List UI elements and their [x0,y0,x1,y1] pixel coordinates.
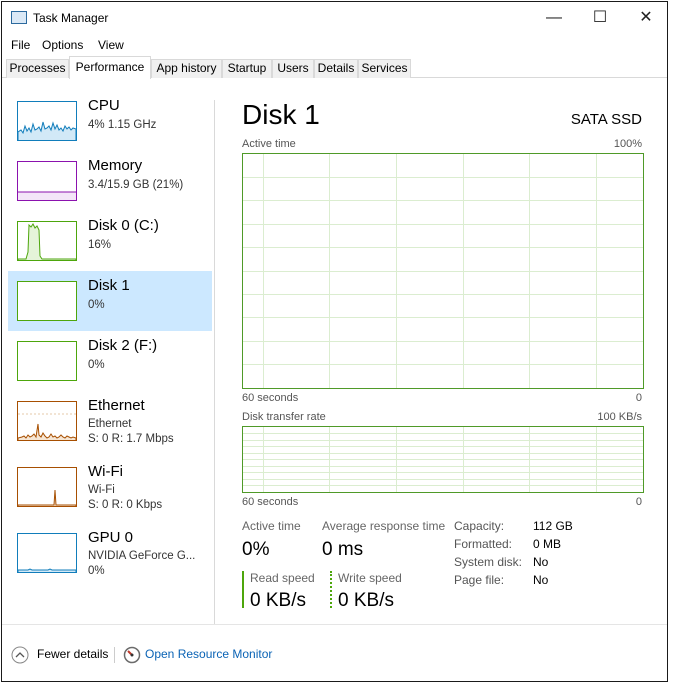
sidebar-item-disk-2[interactable]: Disk 2 (F:) 0% [8,331,212,391]
sidebar-item-adapter: Ethernet [88,418,132,430]
sidebar-item-label: Memory [88,157,143,174]
sidebar-item-gpu-0[interactable]: GPU 0 NVIDIA GeForce G... 0% [8,523,212,583]
sidebar-item-value: 3.4/15.9 GB (21%) [88,179,184,191]
window-title: Task Manager [33,11,109,25]
maximize-button[interactable]: ☐ [577,2,623,34]
write-speed-legend-bar [330,571,332,608]
active-time-value: 0% [242,539,270,560]
tab-users[interactable]: Users [272,59,314,78]
fewer-details-button[interactable]: Fewer details [11,645,111,665]
tab-strip: Processes Performance App history Startu… [2,56,667,79]
sidebar-item-ethernet[interactable]: Ethernet Ethernet S: 0 R: 1.7 Mbps [8,391,212,451]
cpu-usage-sparkline-icon [17,101,77,141]
write-speed-label: Write speed [338,571,402,585]
tab-performance[interactable]: Performance [69,56,151,79]
task-manager-window: Task Manager — ☐ ✕ File Options View Pro… [1,1,668,682]
sidebar-item-cpu[interactable]: CPU 4% 1.15 GHz [8,91,212,151]
gpu-usage-sparkline-icon [17,533,77,573]
transfer-rate-graph-x-end: 0 [635,496,642,508]
active-time-graph [242,153,644,389]
page-file-label: Page file: [454,573,505,587]
title-bar: Task Manager — ☐ ✕ [2,2,667,34]
sidebar-divider [214,100,215,624]
footer-divider-line [2,624,667,625]
menu-view[interactable]: View [98,38,124,52]
capacity-value: 112 GB [533,519,573,533]
tab-startup[interactable]: Startup [222,59,272,78]
tab-processes[interactable]: Processes [6,59,69,78]
memory-usage-sparkline-icon [17,161,77,201]
capacity-label: Capacity: [454,519,505,533]
sidebar-item-disk-0[interactable]: Disk 0 (C:) 16% [8,211,212,271]
sidebar-item-label: Wi-Fi [88,463,123,480]
system-disk-label: System disk: [454,555,523,569]
read-speed-label: Read speed [250,571,315,585]
network-usage-sparkline-icon [17,401,77,441]
sidebar-item-adapter: Wi-Fi [88,484,115,496]
resource-monitor-icon [123,646,141,664]
avg-response-label: Average response time [322,519,446,533]
system-disk-value: No [533,555,549,569]
transfer-rate-graph-x-start: 60 seconds [242,496,299,508]
read-speed-legend-bar [242,571,244,608]
chevron-up-circle-icon [11,646,29,664]
avg-response-value: 0 ms [322,539,364,560]
footer-separator [114,647,115,663]
active-time-graph-label: Active time [242,138,296,150]
page-file-value: No [533,573,549,587]
task-manager-app-icon [11,11,27,24]
sidebar-item-gpu-model: NVIDIA GeForce G... [88,550,196,562]
active-time-label: Active time [242,519,301,533]
tab-services[interactable]: Services [358,59,411,78]
tab-app-history[interactable]: App history [151,59,222,78]
transfer-rate-graph-max: 100 KB/s [597,411,642,423]
sidebar-item-label: Disk 0 (C:) [88,217,159,234]
sidebar-item-label: Ethernet [88,397,145,414]
active-time-graph-x-start: 60 seconds [242,392,299,404]
open-resource-monitor-label: Open Resource Monitor [145,647,273,661]
sidebar-item-throughput: S: 0 R: 0 Kbps [88,499,163,511]
sidebar-item-disk-1[interactable]: Disk 1 0% [8,271,212,331]
sidebar-item-memory[interactable]: Memory 3.4/15.9 GB (21%) [8,151,212,211]
menu-bar: File Options View [2,34,667,56]
tab-details[interactable]: Details [314,59,358,78]
formatted-value: 0 MB [533,537,562,551]
sidebar-item-wifi[interactable]: Wi-Fi Wi-Fi S: 0 R: 0 Kbps [8,457,212,517]
menu-options[interactable]: Options [42,38,83,52]
write-speed-value: 0 KB/s [338,590,394,611]
active-time-graph-max: 100% [613,138,642,150]
sidebar-item-label: Disk 1 [88,277,130,294]
sidebar-item-throughput: S: 0 R: 1.7 Mbps [88,433,174,445]
active-time-graph-x-end: 0 [635,392,642,404]
sidebar-item-value: 0% [88,299,105,311]
open-resource-monitor-link[interactable]: Open Resource Monitor [123,645,283,665]
sidebar-item-value: 16% [88,239,112,251]
close-button[interactable]: ✕ [623,2,667,34]
disk-usage-sparkline-icon [17,281,77,321]
page-title: Disk 1 [242,99,320,130]
disk-usage-sparkline-icon [17,221,77,261]
disk-type-label: SATA SSD [570,111,642,128]
sidebar-item-value: 0% [88,359,105,371]
fewer-details-label: Fewer details [37,647,109,661]
transfer-rate-graph-label: Disk transfer rate [242,411,326,423]
read-speed-value: 0 KB/s [250,590,306,611]
transfer-rate-graph [242,426,644,493]
sidebar-item-value: 4% 1.15 GHz [88,119,157,131]
sidebar-item-value: 0% [88,565,105,577]
sidebar-item-label: GPU 0 [88,529,134,546]
formatted-label: Formatted: [454,537,513,551]
disk-usage-sparkline-icon [17,341,77,381]
menu-file[interactable]: File [11,38,30,52]
network-usage-sparkline-icon [17,467,77,507]
minimize-button[interactable]: — [531,2,577,34]
sidebar-item-label: Disk 2 (F:) [88,337,158,354]
sidebar-item-label: CPU [88,97,120,114]
